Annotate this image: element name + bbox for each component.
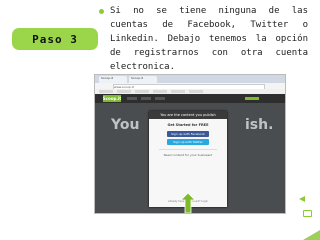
browser-tab[interactable]: Scoop.it (99, 76, 127, 83)
bookmark-item[interactable] (171, 90, 185, 93)
previous-slide-arrow-icon[interactable] (299, 196, 305, 202)
nav-link[interactable] (127, 97, 137, 100)
arrow-up-icon (181, 193, 195, 213)
nav-link[interactable] (245, 97, 259, 100)
modal-title: You are the content you publish (149, 111, 227, 119)
browser-tab[interactable]: Scoop.it (129, 76, 157, 83)
step-badge: Paso 3 (12, 28, 98, 50)
corner-fold (303, 230, 320, 240)
hero-text-left: You (111, 117, 140, 133)
nav-link[interactable] (155, 97, 165, 100)
twitter-signup-button[interactable]: Sign up with Twitter (167, 139, 209, 145)
tab-bar: Scoop.it Scoop.it (95, 75, 285, 83)
bookmark-item[interactable] (189, 90, 203, 93)
browser-screenshot: Scoop.it Scoop.it www.scoop.it Scoop.it … (94, 74, 286, 214)
site-logo[interactable]: Scoop.it (103, 95, 121, 102)
bookmark-item[interactable] (135, 90, 149, 93)
business-question[interactable]: Need content for your business? (149, 153, 227, 157)
hero-text-right: ish. (245, 117, 274, 133)
bookmark-item[interactable] (153, 90, 167, 93)
slide-counter-box[interactable] (303, 210, 312, 217)
facebook-signup-button[interactable]: Sign up with Facebook (167, 131, 209, 137)
modal-divider (159, 149, 217, 150)
instruction-text: Si no se tiene ninguna de las cuentas de… (110, 6, 308, 72)
nav-link[interactable] (141, 97, 151, 100)
bookmark-item[interactable] (99, 90, 113, 93)
modal-subtitle: Get Started for FREE (167, 123, 209, 127)
bookmark-item[interactable] (117, 90, 131, 93)
bullet-icon (99, 9, 104, 14)
site-header: Scoop.it (95, 94, 285, 103)
